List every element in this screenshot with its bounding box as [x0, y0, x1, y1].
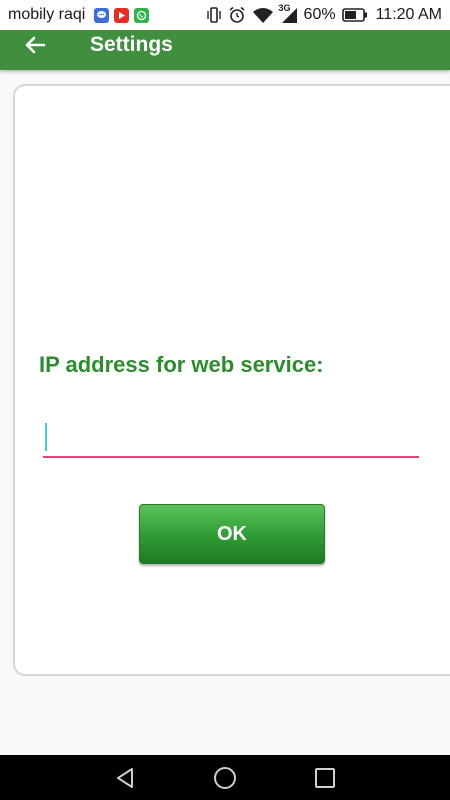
settings-card: IP address for web service: OK — [13, 84, 450, 676]
text-cursor — [45, 423, 47, 451]
messages-icon — [94, 7, 110, 23]
app-bar: Settings — [0, 30, 450, 70]
signal-icon: 3G — [279, 3, 298, 24]
ok-button[interactable]: OK — [139, 504, 325, 564]
youtube-icon — [114, 7, 130, 23]
ip-input-wrapper — [43, 416, 419, 458]
arrow-left-icon — [25, 36, 46, 54]
ip-address-label: IP address for web service: — [39, 352, 324, 377]
status-right: 3G 60% 11:20 AM — [206, 3, 442, 24]
network-type-label: 3G — [278, 2, 291, 13]
nav-back-button[interactable] — [111, 764, 139, 792]
alarm-icon — [228, 6, 246, 24]
carrier-name: mobily raqi — [8, 6, 86, 23]
system-nav-bar — [0, 755, 450, 800]
back-triangle-icon — [117, 767, 133, 788]
nav-home-button[interactable] — [211, 764, 239, 792]
back-button[interactable] — [15, 25, 55, 65]
battery-percent: 60% — [303, 6, 336, 23]
ip-address-input[interactable] — [43, 416, 419, 458]
recents-square-icon — [315, 767, 335, 788]
home-circle-icon — [214, 766, 236, 789]
status-left: mobily raqi — [8, 6, 150, 24]
battery-icon — [341, 8, 368, 22]
status-bar: mobily raqi 3G 60% 11:20 AM — [0, 0, 450, 30]
wifi-icon — [252, 7, 274, 24]
vibrate-icon — [206, 6, 222, 24]
page-title: Settings — [90, 33, 173, 56]
clock: 11:20 AM — [375, 6, 442, 23]
whatsapp-icon — [134, 7, 150, 23]
nav-recents-button[interactable] — [311, 764, 339, 792]
